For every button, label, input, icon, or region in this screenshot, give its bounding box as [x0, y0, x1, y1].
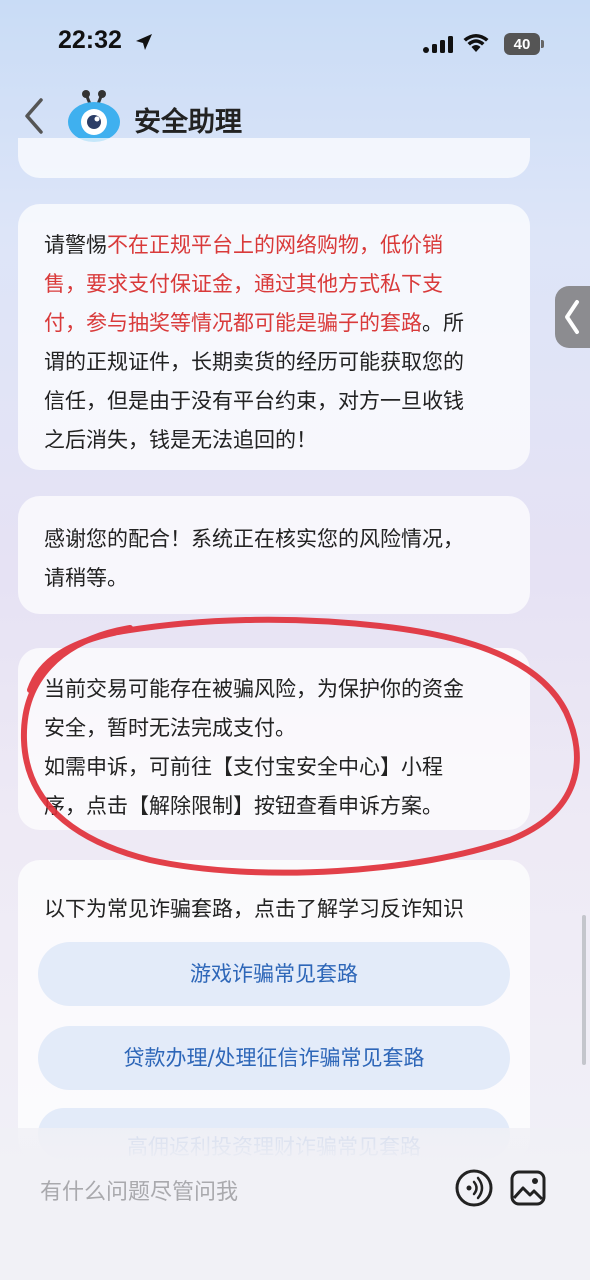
risk-line-1: 当前交易可能存在被骗风险，为保护你的资金: [44, 677, 464, 701]
fraud-intro: 以下为常见诈骗套路，点击了解学习反诈知识: [44, 897, 464, 921]
battery-level: 40: [513, 35, 531, 53]
status-time: 22:32: [58, 26, 122, 54]
back-icon[interactable]: [22, 96, 46, 136]
voice-icon[interactable]: [454, 1168, 494, 1208]
warning-line-3: 付，参与抽奖等情况都可能是骗子的套路。所: [44, 304, 504, 343]
loan-fraud-link-button[interactable]: 贷款办理/处理征信诈骗常见套路: [38, 1026, 510, 1090]
location-arrow-icon: [136, 34, 152, 50]
wifi-icon: [463, 34, 489, 52]
warning-prefix: 请警惕: [44, 233, 107, 257]
warning-line-5: 信任，但是由于没有平台约束，对方一旦收钱: [44, 389, 464, 413]
risk-message: 当前交易可能存在被骗风险，为保护你的资金 安全，暂时无法完成支付。 如需申诉，可…: [18, 648, 530, 830]
page-title: 安全助理: [134, 107, 242, 138]
chat-input[interactable]: 有什么问题尽管问我: [40, 1174, 238, 1206]
side-handle-chevron-icon: [565, 300, 579, 334]
warning-highlight-3: 付，参与抽奖等情况都可能是骗子的套路: [44, 311, 422, 335]
thanks-message: 感谢您的配合！系统正在核实您的风险情况， 请稍等。: [18, 496, 530, 614]
risk-line-3: 如需申诉，可前往【支付宝安全中心】小程: [44, 755, 443, 779]
status-bar: 22:32 40: [0, 0, 590, 90]
chat-input-bar: 有什么问题尽管问我: [0, 1128, 590, 1280]
previous-message-bubble: [18, 138, 530, 178]
warning-suffix: 。所: [422, 311, 464, 335]
fraud-routines-message: 以下为常见诈骗套路，点击了解学习反诈知识 游戏诈骗常见套路 贷款办理/处理征信诈…: [18, 860, 530, 1160]
image-icon[interactable]: [508, 1168, 548, 1208]
scrollbar[interactable]: [582, 915, 586, 1065]
game-fraud-link-button[interactable]: 游戏诈骗常见套路: [38, 942, 510, 1006]
warning-highlight-2: 售，要求支付保证金，通过其他方式私下支: [44, 272, 443, 296]
signal-icon: [423, 36, 453, 53]
battery-indicator: 40: [504, 33, 544, 55]
warning-message: 请警惕不在正规平台上的网络购物，低价销 售，要求支付保证金，通过其他方式私下支 …: [18, 204, 530, 470]
thanks-line-1: 感谢您的配合！系统正在核实您的风险情况，: [44, 527, 464, 551]
risk-line-2: 安全，暂时无法完成支付。: [44, 716, 296, 740]
side-handle[interactable]: [555, 286, 590, 348]
risk-line-4: 序，点击【解除限制】按钮查看申诉方案。: [44, 794, 443, 818]
warning-highlight-1: 不在正规平台上的网络购物，低价销: [107, 233, 443, 257]
warning-line-1: 请警惕不在正规平台上的网络购物，低价销: [44, 226, 504, 265]
warning-line-6: 之后消失，钱是无法追回的！: [44, 428, 317, 452]
thanks-line-2: 请稍等。: [44, 566, 128, 590]
warning-line-4: 谓的正规证件，长期卖货的经历可能获取您的: [44, 350, 464, 374]
